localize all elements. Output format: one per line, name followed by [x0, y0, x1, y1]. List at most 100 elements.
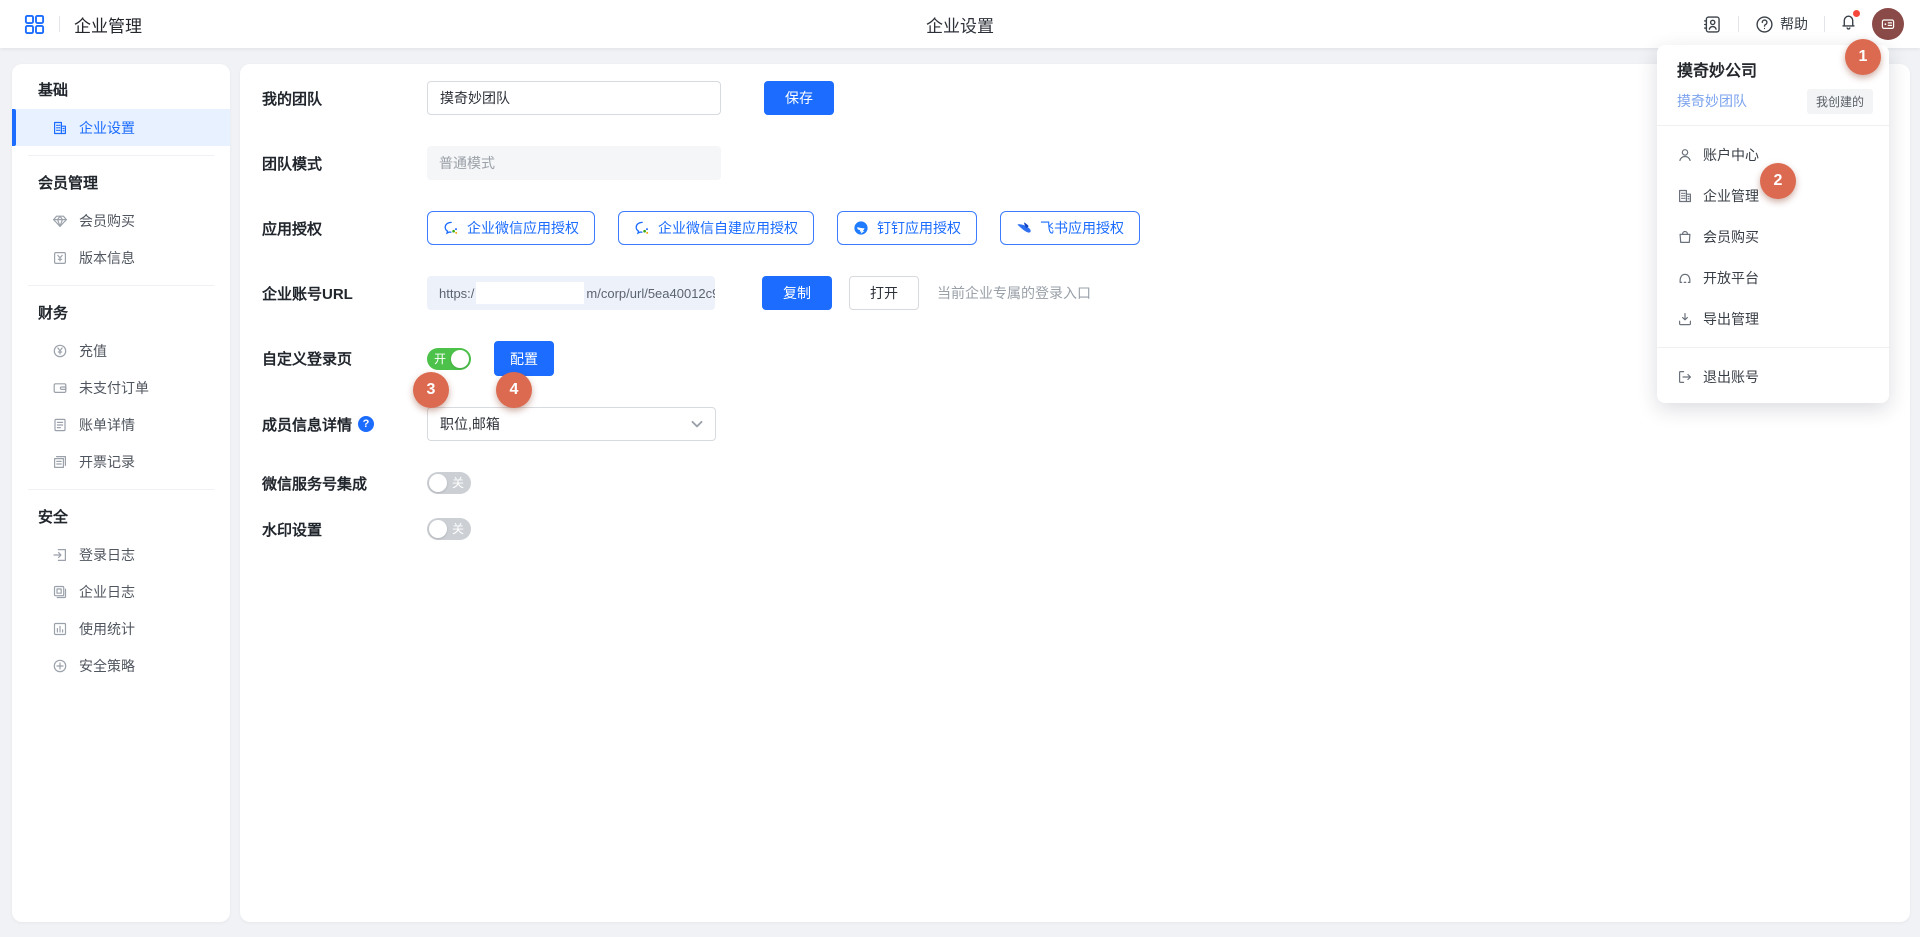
custom-login-label: 自定义登录页	[262, 348, 427, 369]
account-menu-item-label: 企业管理	[1703, 186, 1759, 206]
sidebar-group-title: 财务	[12, 295, 230, 332]
sidebar-divider	[28, 489, 214, 490]
account-menu-item-label: 开放平台	[1703, 268, 1759, 288]
sidebar-item-label: 会员购买	[79, 211, 135, 231]
url-redacted-block	[476, 282, 584, 304]
sidebar-item[interactable]: 版本信息	[12, 239, 230, 276]
app-auth-button[interactable]: 企业微信应用授权	[427, 211, 595, 245]
app-grid-icon[interactable]	[24, 14, 45, 35]
page-title: 企业设置	[926, 12, 994, 37]
help-button[interactable]: 帮助	[1753, 14, 1810, 34]
download-icon	[1677, 311, 1693, 327]
account-menu-item[interactable]: 会员购买	[1657, 216, 1889, 257]
toggle-knob	[451, 350, 469, 368]
toggle-on-label: 开	[434, 348, 446, 370]
sidebar-item-label: 账单详情	[79, 415, 135, 435]
open-url-button[interactable]: 打开	[849, 276, 919, 310]
sidebar-item[interactable]: 充值	[12, 332, 230, 369]
current-team-link[interactable]: 摸奇妙团队	[1677, 91, 1747, 111]
member-info-label: 成员信息详情 ?	[262, 414, 427, 435]
logout-icon	[1677, 369, 1693, 385]
sidebar-item[interactable]: 会员购买	[12, 202, 230, 239]
app-auth-buttons: 企业微信应用授权 企业微信自建应用授权钉钉应用授权飞书应用授权	[427, 211, 1140, 245]
sidebar-item[interactable]: 企业设置	[12, 109, 230, 146]
sidebar-item-label: 企业日志	[79, 582, 135, 602]
save-button[interactable]: 保存	[764, 81, 834, 115]
app-auth-button[interactable]: 钉钉应用授权	[837, 211, 977, 245]
sidebar-group-title: 安全	[12, 499, 230, 536]
team-name-input[interactable]	[427, 81, 721, 115]
notifications-button[interactable]	[1839, 12, 1858, 36]
app-auth-button[interactable]: 企业微信自建应用授权	[618, 211, 814, 245]
menu-divider	[1657, 347, 1889, 348]
sidebar-item-label: 开票记录	[79, 452, 135, 472]
notification-dot	[1853, 10, 1860, 17]
team-mode-value: 普通模式	[427, 146, 721, 180]
member-info-row: 成员信息详情 ? 职位,邮箱	[262, 407, 1910, 441]
sidebar-item[interactable]: 企业日志	[12, 573, 230, 610]
current-team-row: 摸奇妙团队 我创建的	[1657, 85, 1889, 117]
sidebar-group-title: 基础	[12, 72, 230, 109]
platform-icon	[1677, 270, 1693, 286]
team-mode-label: 团队模式	[262, 153, 427, 174]
sidebar-item-label: 登录日志	[79, 545, 135, 565]
building-icon	[1677, 188, 1693, 204]
configure-button[interactable]: 配置	[494, 341, 554, 376]
app-auth-button[interactable]: 飞书应用授权	[1000, 211, 1140, 245]
help-label: 帮助	[1780, 14, 1808, 34]
toggle-off-label: 关	[452, 518, 464, 540]
url-prefix: https:/	[439, 286, 474, 301]
top-header: 企业管理 企业设置 帮助	[0, 0, 1920, 48]
settings-sidebar: 基础企业设置会员管理会员购买版本信息财务充值未支付订单账单详情开票记录安全登录日…	[12, 64, 230, 922]
header-divider	[1824, 16, 1825, 32]
sidebar-item[interactable]: 安全策略	[12, 647, 230, 684]
question-circle-icon[interactable]: ?	[358, 416, 374, 432]
logout-label: 退出账号	[1703, 367, 1759, 387]
sidebar-item[interactable]: 开票记录	[12, 443, 230, 480]
account-url-hint: 当前企业专属的登录入口	[937, 283, 1091, 303]
wecom-icon	[443, 220, 459, 236]
sidebar-item[interactable]: 登录日志	[12, 536, 230, 573]
member-info-select[interactable]: 职位,邮箱	[427, 407, 716, 441]
sidebar-item[interactable]: 未支付订单	[12, 369, 230, 406]
dingtalk-icon	[853, 220, 869, 236]
custom-login-toggle[interactable]: 开	[427, 348, 471, 370]
step-badge-1: 1	[1845, 39, 1881, 75]
app-auth-button-label: 企业微信应用授权	[467, 218, 579, 238]
team-owner-tag: 我创建的	[1807, 89, 1873, 114]
member-info-label-text: 成员信息详情	[262, 414, 352, 435]
account-menu-item[interactable]: 导出管理	[1657, 298, 1889, 339]
wechat-service-label: 微信服务号集成	[262, 473, 427, 494]
avatar-glyph-icon	[1879, 15, 1897, 33]
sidebar-item[interactable]: 使用统计	[12, 610, 230, 647]
wechat-service-toggle[interactable]: 关	[427, 472, 471, 494]
app-title: 企业管理	[74, 12, 142, 37]
account-menu-item[interactable]: 开放平台	[1657, 257, 1889, 298]
watermark-toggle[interactable]: 关	[427, 518, 471, 540]
avatar[interactable]	[1872, 8, 1904, 40]
account-menu-item-label: 导出管理	[1703, 309, 1759, 329]
watermark-label: 水印设置	[262, 519, 427, 540]
header-left: 企业管理	[0, 12, 142, 37]
bill-icon	[52, 417, 68, 433]
team-name-label: 我的团队	[262, 88, 427, 109]
member-info-select-value: 职位,邮箱	[440, 414, 500, 434]
chevron-down-icon	[689, 416, 705, 432]
sidebar-item[interactable]: 账单详情	[12, 406, 230, 443]
app-auth-label: 应用授权	[262, 218, 427, 239]
sidebar-divider	[28, 155, 214, 156]
sidebar-item-label: 未支付订单	[79, 378, 149, 398]
step-badge-4: 4	[496, 372, 532, 408]
invoice-icon	[52, 454, 68, 470]
feishu-icon	[1016, 220, 1032, 236]
account-dropdown-menu: 摸奇妙公司 摸奇妙团队 我创建的 账户中心企业管理会员购买开放平台导出管理 退出…	[1657, 45, 1889, 403]
account-url-label: 企业账号URL	[262, 283, 427, 304]
copy-url-button[interactable]: 复制	[762, 276, 832, 310]
logout-menu-item[interactable]: 退出账号	[1657, 356, 1889, 397]
org-log-icon	[52, 584, 68, 600]
sidebar-item-label: 充值	[79, 341, 107, 361]
step-badge-2: 2	[1760, 163, 1796, 199]
watermark-row: 水印设置 关	[262, 518, 1910, 540]
contact-book-button[interactable]	[1701, 15, 1724, 34]
account-url-value: https:/ m/corp/url/5ea40012c956...	[427, 276, 715, 310]
